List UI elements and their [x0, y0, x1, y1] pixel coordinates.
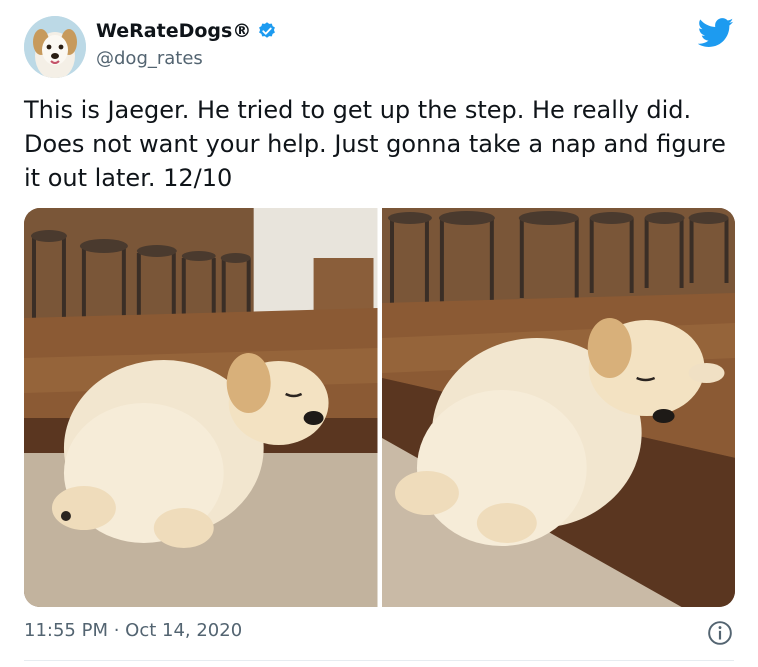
photo-left[interactable]: [24, 208, 378, 607]
avatar[interactable]: [24, 16, 86, 78]
divider: [24, 660, 734, 661]
photo-right[interactable]: [381, 208, 735, 607]
avatar-image: [24, 16, 86, 78]
puppy-photo-2: [381, 208, 735, 607]
author-block: WeRateDogs® @dog_rates: [96, 20, 277, 69]
puppy-photo-1: [24, 208, 378, 607]
display-name[interactable]: WeRateDogs®: [96, 20, 251, 42]
media-grid: [24, 208, 735, 607]
timestamp[interactable]: 11:55 PM · Oct 14, 2020: [24, 620, 242, 641]
handle[interactable]: @dog_rates: [96, 48, 277, 69]
name-row: WeRateDogs®: [96, 20, 277, 42]
verified-badge-icon: [259, 22, 276, 38]
twitter-bird-icon[interactable]: [698, 18, 734, 48]
info-icon[interactable]: [707, 620, 733, 646]
tweet-text: This is Jaeger. He tried to get up the s…: [24, 96, 726, 192]
